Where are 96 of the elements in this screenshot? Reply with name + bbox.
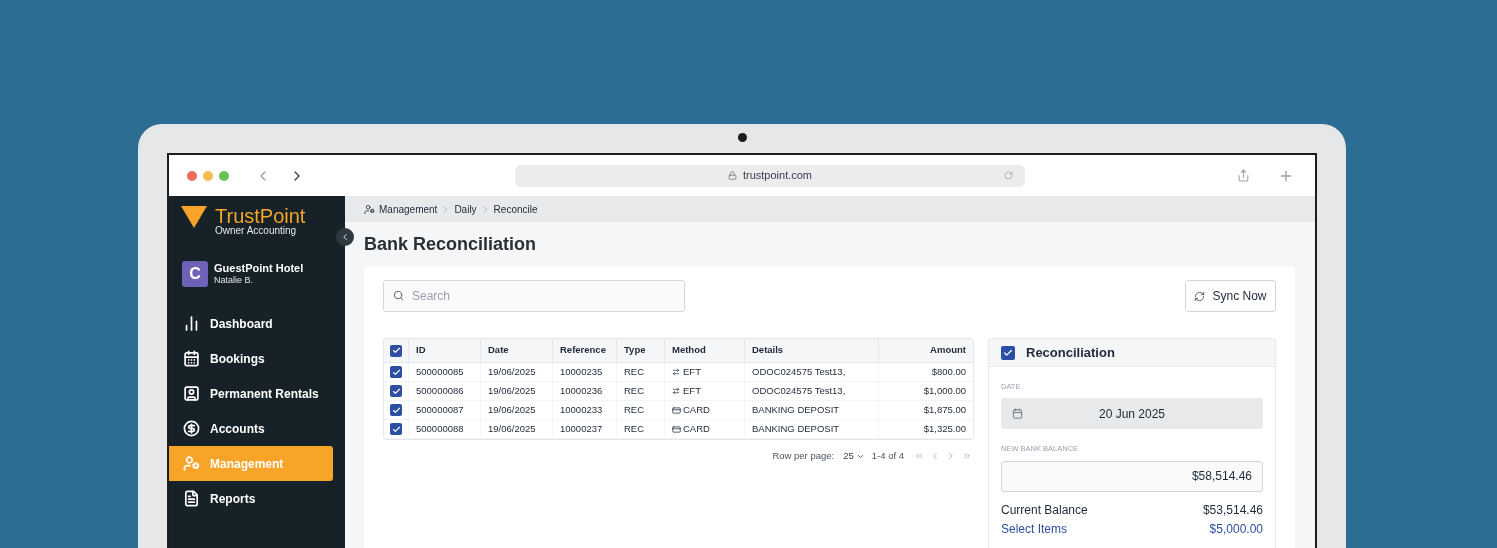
sync-button[interactable]: Sync Now [1185, 280, 1276, 312]
checkbox[interactable] [390, 404, 402, 416]
rows-per-page-select[interactable]: 25 [843, 449, 865, 464]
search-field[interactable]: Search [383, 280, 685, 312]
breadcrumb-link[interactable]: Reconcile [493, 201, 538, 217]
reports-icon [183, 490, 200, 507]
bookings-icon [183, 350, 200, 367]
dashboard-icon [183, 315, 200, 332]
table-cell: 19/06/2025 [480, 401, 552, 419]
table-cell: 500000088 [408, 420, 480, 438]
nav-item[interactable]: Dashboard [169, 306, 333, 341]
table-cell: EFT [664, 363, 744, 381]
balance-field[interactable]: $58,514.46 [1001, 460, 1263, 492]
table-cell: 10000236 [552, 382, 616, 400]
lock-icon [727, 171, 737, 180]
last-page-icon[interactable] [962, 451, 972, 462]
table-cell: $1,875.00 [878, 401, 973, 419]
table-cell: CARD [664, 420, 744, 438]
breadcrumb-link[interactable]: Management [379, 201, 438, 217]
table-cell: $1,000.00 [878, 382, 973, 400]
checkbox[interactable] [1001, 345, 1015, 360]
brand-subtitle: Owner Accounting [215, 226, 298, 236]
table-cell: 500000085 [408, 363, 480, 381]
table-cell: 500000086 [408, 382, 480, 400]
previous-page-icon[interactable] [930, 451, 940, 462]
breadcrumb-link[interactable]: Daily [454, 201, 477, 217]
table-cell: BANKING DEPOSIT [744, 401, 878, 419]
table-cell: 19/06/2025 [480, 382, 552, 400]
table-cell: EFT [664, 382, 744, 400]
table-cell: 500000087 [408, 401, 480, 419]
brand-name: TrustPoint [215, 206, 306, 226]
share-icon[interactable] [1237, 169, 1250, 182]
table-cell: REC [616, 382, 664, 400]
transfer-icon [672, 368, 680, 376]
page-range: 1-4 of 4 [871, 449, 904, 463]
table-cell: REC [616, 420, 664, 438]
url-text: trustpoint.com [742, 168, 813, 184]
rentals-icon [183, 385, 200, 402]
card-icon [672, 405, 681, 415]
checkbox[interactable] [390, 423, 402, 435]
table-cell: 10000233 [552, 401, 616, 419]
summary-label: Current Balance [1001, 502, 1088, 519]
rows-per-page-label: Row per page: [772, 449, 835, 463]
table-cell: ODOC024575 Test13, [744, 382, 878, 400]
column-header: Reference [552, 339, 616, 362]
column-header: Method [664, 339, 744, 362]
table-cell: 19/06/2025 [480, 363, 552, 381]
management-icon [364, 203, 375, 215]
refresh-icon [1194, 290, 1206, 302]
panel-title: Reconciliation [1026, 343, 1115, 362]
account-user: Natalie B. [214, 275, 255, 287]
page-title: Bank Reconciliation [363, 233, 538, 256]
camera-icon [737, 133, 747, 142]
table-cell: 19/06/2025 [480, 420, 552, 438]
summary-value: $5,000.00 [1209, 521, 1263, 538]
logo-icon [181, 206, 207, 228]
table-cell: CARD [664, 401, 744, 419]
column-header: ID [408, 339, 480, 362]
select-items-link[interactable]: Select Items [1001, 520, 1068, 538]
column-header: Amount [878, 339, 973, 362]
nav-item[interactable]: Bookings [169, 341, 333, 376]
transfer-icon [672, 387, 680, 395]
management-icon [183, 455, 200, 472]
summary-value: $53,514.46 [1202, 502, 1263, 519]
table-cell: BANKING DEPOSIT [744, 420, 878, 438]
nav-item[interactable]: Permanent Rentals [169, 376, 333, 411]
table-cell: 10000237 [552, 420, 616, 438]
date-field[interactable]: 20 Jun 2025 [1001, 398, 1263, 430]
table-cell: REC [616, 363, 664, 381]
address-bar[interactable]: trustpoint.com [515, 164, 1025, 187]
table-cell: $1,325.00 [878, 420, 973, 438]
table-cell: 10000235 [552, 363, 616, 381]
collapse-sidebar-button[interactable] [336, 228, 354, 246]
check-icon [1003, 347, 1013, 358]
column-header: Details [744, 339, 878, 362]
checkbox[interactable] [390, 344, 402, 357]
first-page-icon[interactable] [914, 451, 924, 462]
nav-item[interactable]: Accounts [169, 411, 333, 446]
nav-item[interactable]: Reports [169, 481, 333, 516]
account-avatar: C [182, 261, 208, 287]
checkbox[interactable] [390, 385, 402, 397]
checkbox[interactable] [390, 366, 402, 378]
next-page-icon[interactable] [946, 451, 956, 462]
card-icon [672, 424, 681, 434]
search-icon [393, 290, 404, 301]
account-name: GuestPoint Hotel [214, 261, 304, 276]
reload-icon[interactable] [1004, 171, 1013, 180]
table-cell: ODOC024575 Test13, [744, 363, 878, 381]
chevron-left-icon [340, 232, 350, 242]
column-header: Type [616, 339, 664, 362]
calendar-icon [1012, 408, 1023, 420]
column-header: Date [480, 339, 552, 362]
table-cell: REC [616, 401, 664, 419]
table-cell: $800.00 [878, 363, 973, 381]
accounts-icon [183, 420, 200, 437]
check-icon [391, 346, 401, 355]
